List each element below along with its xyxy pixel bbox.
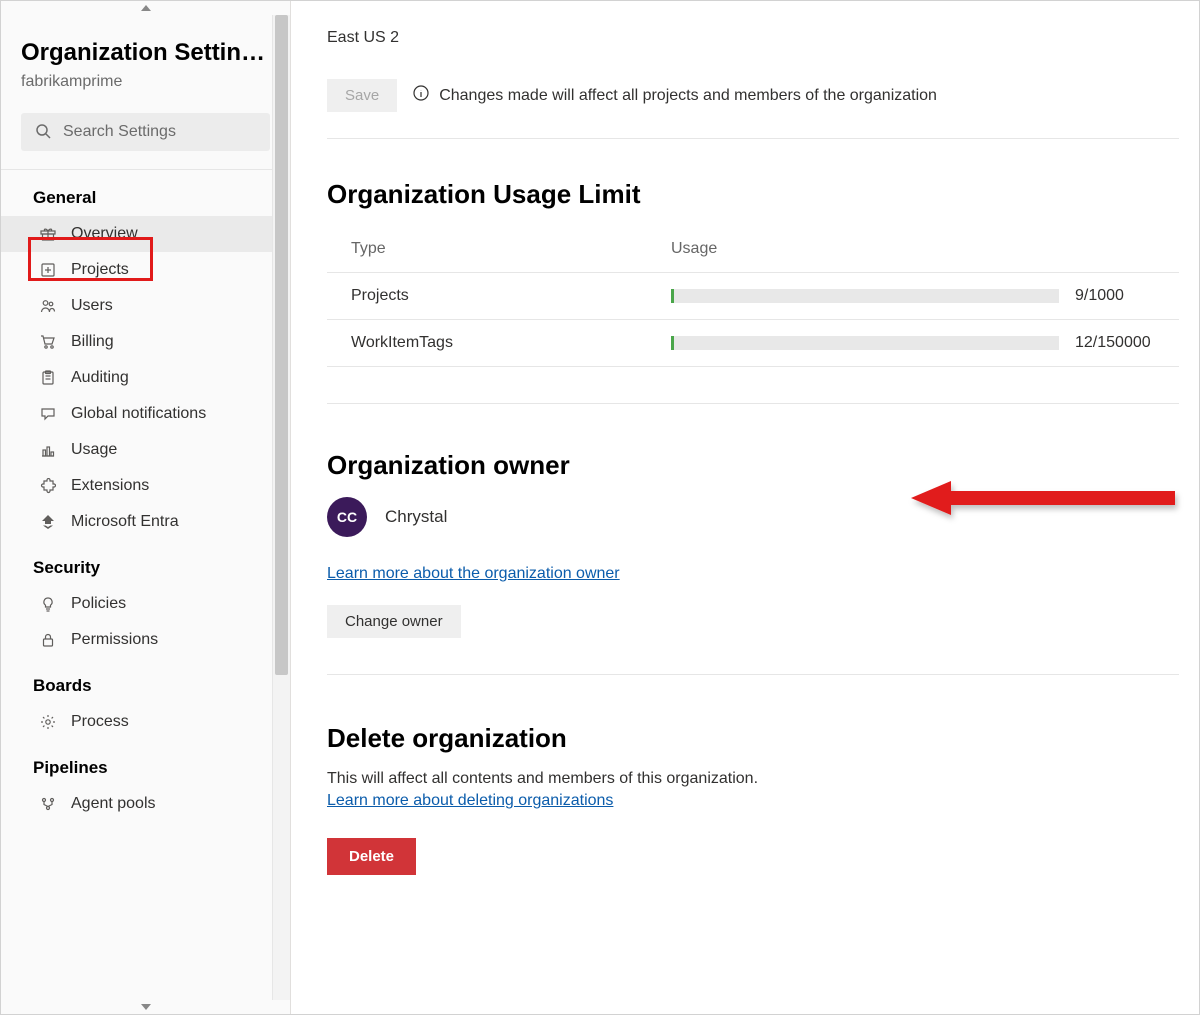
sidebar-item-label: Global notifications xyxy=(71,405,206,423)
sidebar-item-label: Permissions xyxy=(71,631,158,649)
gear-icon xyxy=(39,713,57,731)
usage-row-type: WorkItemTags xyxy=(351,334,671,352)
search-input[interactable]: Search Settings xyxy=(21,113,270,151)
nav-group-title: Pipelines xyxy=(1,740,290,786)
usage-row: Projects 9/1000 xyxy=(327,273,1179,320)
puzzle-icon xyxy=(39,477,57,495)
sidebar-item-process[interactable]: Process xyxy=(1,704,290,740)
usage-col-type: Type xyxy=(351,240,671,258)
scrollbar-thumb[interactable] xyxy=(275,15,288,675)
usage-bar-fill xyxy=(671,336,674,350)
sidebar-item-global-notifications[interactable]: Global notifications xyxy=(1,396,290,432)
sidebar-item-label: Agent pools xyxy=(71,795,156,813)
save-info-text: Changes made will affect all projects an… xyxy=(439,87,937,105)
divider xyxy=(327,674,1179,675)
delete-learn-more-link[interactable]: Learn more about deleting organizations xyxy=(327,792,613,810)
sidebar-item-label: Billing xyxy=(71,333,114,351)
pools-icon xyxy=(39,795,57,813)
sidebar-item-extensions[interactable]: Extensions xyxy=(1,468,290,504)
save-info: Changes made will affect all projects an… xyxy=(413,85,937,106)
sidebar-item-billing[interactable]: Billing xyxy=(1,324,290,360)
usage-row-bar-wrap: 12/150000 xyxy=(671,334,1155,352)
usage-heading: Organization Usage Limit xyxy=(327,179,1179,210)
usage-bar xyxy=(671,289,1059,303)
sidebar-item-label: Projects xyxy=(71,261,129,279)
plus-box-icon xyxy=(39,261,57,279)
usage-row-value: 12/150000 xyxy=(1075,334,1155,352)
sidebar-item-auditing[interactable]: Auditing xyxy=(1,360,290,396)
delete-heading: Delete organization xyxy=(327,723,1179,754)
search-placeholder: Search Settings xyxy=(63,123,176,141)
usage-row-type: Projects xyxy=(351,287,671,305)
sidebar-item-label: Overview xyxy=(71,225,138,243)
sidebar-item-overview[interactable]: Overview xyxy=(1,216,290,252)
scroll-up-arrow[interactable] xyxy=(1,1,290,15)
org-name: fabrikamprime xyxy=(21,73,270,91)
sidebar-item-microsoft-entra[interactable]: Microsoft Entra xyxy=(1,504,290,540)
owner-avatar: CC xyxy=(327,497,367,537)
entra-icon xyxy=(39,513,57,531)
owner-learn-more-link[interactable]: Learn more about the organization owner xyxy=(327,565,620,583)
owner-row: CC Chrystal xyxy=(327,497,1179,537)
scrollbar-track[interactable] xyxy=(272,15,290,1000)
usage-row-bar-wrap: 9/1000 xyxy=(671,287,1155,305)
owner-heading: Organization owner xyxy=(327,450,1179,481)
nav-group-title: Boards xyxy=(1,658,290,704)
lock-icon xyxy=(39,631,57,649)
save-button[interactable]: Save xyxy=(327,79,397,112)
sidebar: Organization Settin… fabrikamprime Searc… xyxy=(1,1,291,1014)
sidebar-item-label: Users xyxy=(71,297,113,315)
divider xyxy=(327,138,1179,139)
main-content: East US 2 Save Changes made will affect … xyxy=(291,1,1199,1014)
gift-icon xyxy=(39,225,57,243)
nav-group-title: Security xyxy=(1,540,290,586)
usage-row: WorkItemTags 12/150000 xyxy=(327,320,1179,367)
sidebar-item-policies[interactable]: Policies xyxy=(1,586,290,622)
page-title: Organization Settin… xyxy=(21,39,270,67)
usage-col-usage: Usage xyxy=(671,240,1155,258)
nav-group-title: General xyxy=(1,170,290,216)
search-icon xyxy=(35,123,51,142)
clipboard-icon xyxy=(39,369,57,387)
sidebar-item-usage[interactable]: Usage xyxy=(1,432,290,468)
speech-icon xyxy=(39,405,57,423)
sidebar-item-label: Auditing xyxy=(71,369,129,387)
sidebar-item-projects[interactable]: Projects xyxy=(1,252,290,288)
delete-description: This will affect all contents and member… xyxy=(327,770,1179,788)
sidebar-item-label: Extensions xyxy=(71,477,149,495)
people-icon xyxy=(39,297,57,315)
divider xyxy=(327,403,1179,404)
usage-bar-fill xyxy=(671,289,674,303)
chart-icon xyxy=(39,441,57,459)
info-icon xyxy=(413,85,429,106)
usage-bar xyxy=(671,336,1059,350)
sidebar-item-agent-pools[interactable]: Agent pools xyxy=(1,786,290,822)
change-owner-button[interactable]: Change owner xyxy=(327,605,461,638)
usage-table-header: Type Usage xyxy=(327,226,1179,273)
sidebar-item-label: Usage xyxy=(71,441,117,459)
scroll-down-arrow[interactable] xyxy=(1,1000,290,1014)
sidebar-item-users[interactable]: Users xyxy=(1,288,290,324)
sidebar-item-permissions[interactable]: Permissions xyxy=(1,622,290,658)
sidebar-item-label: Process xyxy=(71,713,129,731)
bulb-icon xyxy=(39,595,57,613)
owner-name: Chrystal xyxy=(385,507,447,527)
sidebar-item-label: Microsoft Entra xyxy=(71,513,179,531)
delete-button[interactable]: Delete xyxy=(327,838,416,875)
sidebar-item-label: Policies xyxy=(71,595,126,613)
cart-icon xyxy=(39,333,57,351)
region-value: East US 2 xyxy=(327,29,1179,47)
usage-row-value: 9/1000 xyxy=(1075,287,1155,305)
sidebar-header: Organization Settin… fabrikamprime xyxy=(1,15,290,101)
